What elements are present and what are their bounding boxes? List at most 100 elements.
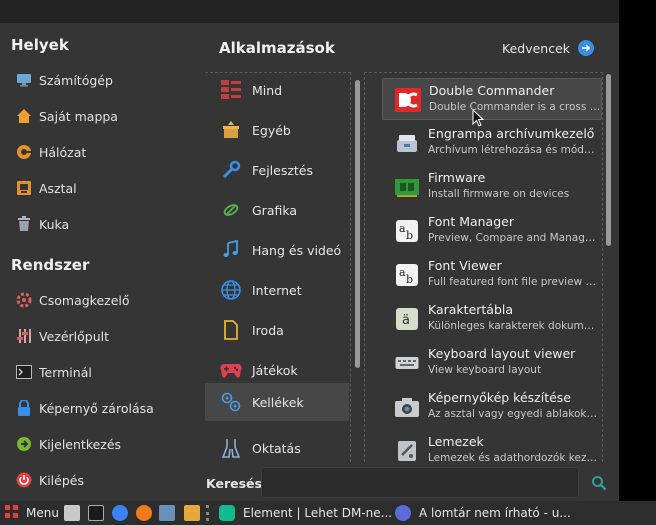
- search-icon[interactable]: [591, 475, 607, 495]
- applications-title: Alkalmazások: [219, 39, 335, 57]
- category-internet[interactable]: Internet: [205, 271, 349, 309]
- category-development-label: Fejlesztés: [252, 162, 314, 178]
- taskbar-launcher-folder[interactable]: [184, 504, 200, 522]
- app-description: Install firmware on devices: [428, 188, 570, 200]
- category-education-label: Oktatás: [252, 440, 301, 456]
- taskbar-launcher-terminal[interactable]: [88, 504, 104, 522]
- category-audio-video[interactable]: Hang és videó: [205, 231, 349, 269]
- app-name: Keyboard layout viewer: [428, 346, 576, 361]
- category-audio-video-label: Hang és videó: [252, 242, 342, 258]
- app-description: View keyboard layout: [428, 364, 542, 376]
- taskbar-launcher-messenger[interactable]: [112, 504, 128, 522]
- category-list: Mind Egyéb Fejlesztés Grafika Hang és vi…: [205, 72, 351, 462]
- app-item-character-map[interactable]: ä Karaktertábla Különleges karakterek do…: [382, 298, 602, 340]
- desktop-icon: [16, 180, 32, 196]
- taskbar-launcher-firefox[interactable]: [136, 504, 152, 522]
- category-all[interactable]: Mind: [205, 73, 349, 109]
- category-accessories[interactable]: Kellékek: [205, 383, 349, 421]
- taskbar-window-element[interactable]: Element | Lehet DM-ne...: [219, 504, 392, 522]
- trash-icon: [16, 216, 32, 232]
- system-lock-screen[interactable]: Képernyő zárolása: [16, 396, 154, 420]
- favorites-button[interactable]: Kedvencek: [502, 38, 595, 58]
- app-name: Karaktertábla: [428, 302, 514, 317]
- mouse-cursor-icon: [472, 108, 485, 131]
- window-title: A lomtár nem írható - u...: [419, 506, 571, 520]
- education-icon: [220, 437, 242, 459]
- archive-manager-icon: [394, 130, 420, 156]
- app-item-disks[interactable]: Lemezek Lemezek és adathordozók kezelése: [382, 430, 602, 462]
- app-item-firmware[interactable]: Firmware Install firmware on devices: [382, 166, 602, 208]
- system-logout[interactable]: Kijelentkezés: [16, 432, 121, 456]
- place-trash[interactable]: Kuka: [16, 212, 69, 236]
- font-viewer-icon: ab: [394, 262, 420, 288]
- category-development[interactable]: Fejlesztés: [205, 151, 349, 189]
- place-computer-label: Számítógép: [39, 72, 113, 88]
- app-description: Preview, Compare and Manage Fon...: [428, 232, 600, 244]
- app-item-font-viewer[interactable]: ab Font Viewer Full featured font file p…: [382, 254, 602, 296]
- category-scrollbar[interactable]: [355, 80, 360, 368]
- svg-text:ä: ä: [402, 313, 410, 328]
- application-scrollbar[interactable]: [606, 74, 611, 246]
- app-name: Font Manager: [428, 214, 514, 229]
- places-title: Helyek: [11, 36, 69, 54]
- power-icon: [16, 472, 32, 488]
- gamepad-icon: [220, 359, 242, 381]
- category-graphics[interactable]: Grafika: [205, 191, 349, 229]
- category-accessories-label: Kellékek: [252, 394, 304, 410]
- category-internet-label: Internet: [252, 282, 302, 298]
- app-item-keyboard-layout-viewer[interactable]: Keyboard layout viewer View keyboard lay…: [382, 342, 602, 384]
- terminal-icon: [16, 364, 32, 380]
- taskbar-launcher-files[interactable]: [64, 504, 80, 522]
- dialog-icon: [395, 505, 411, 521]
- document-icon: [220, 319, 242, 341]
- network-icon: [16, 144, 32, 160]
- place-computer[interactable]: Számítógép: [16, 68, 113, 92]
- app-name: Double Commander: [429, 83, 555, 98]
- system-control-panel[interactable]: Vezérlőpult: [16, 324, 109, 348]
- character-map-icon: ä: [394, 306, 420, 332]
- category-education[interactable]: Oktatás: [205, 429, 349, 462]
- category-other-label: Egyéb: [252, 122, 291, 138]
- taskbar: Menu Element | Lehet DM-ne... A lomtár n…: [0, 501, 656, 525]
- app-item-font-manager[interactable]: ab Font Manager Preview, Compare and Man…: [382, 210, 602, 252]
- system-terminal[interactable]: Terminál: [16, 360, 92, 384]
- folder-icon: [184, 505, 200, 521]
- menu-button-label: Menu: [26, 506, 59, 520]
- menu-button[interactable]: Menu: [4, 504, 59, 522]
- system-title: Rendszer: [11, 256, 90, 274]
- taskbar-separator: [206, 504, 209, 522]
- category-office[interactable]: Iroda: [205, 311, 349, 349]
- svg-text:a: a: [399, 266, 406, 279]
- favorites-label: Kedvencek: [502, 40, 571, 56]
- svg-text:a: a: [399, 222, 406, 235]
- system-package-manager[interactable]: Csomagkezelő: [16, 288, 130, 312]
- app-item-screenshot[interactable]: Képernyőkép készítése Az asztal vagy egy…: [382, 386, 602, 428]
- category-other[interactable]: Egyéb: [205, 111, 349, 149]
- system-terminal-label: Terminál: [39, 364, 92, 380]
- place-home[interactable]: Saját mappa: [16, 104, 118, 128]
- logout-icon: [16, 436, 32, 452]
- search-input[interactable]: [261, 467, 579, 498]
- all-apps-icon: [220, 79, 242, 101]
- app-item-double-commander[interactable]: Double Commander Double Commander is a c…: [382, 78, 602, 120]
- computer-icon: [16, 72, 32, 88]
- place-desktop[interactable]: Asztal: [16, 176, 77, 200]
- messenger-icon: [112, 505, 128, 521]
- category-office-label: Iroda: [252, 322, 284, 338]
- package-manager-icon: [16, 292, 32, 308]
- firmware-chip-icon: [394, 174, 420, 200]
- system-quit[interactable]: Kilépés: [16, 468, 84, 492]
- place-network[interactable]: Hálózat: [16, 140, 86, 164]
- app-description: Az asztal vagy egyedi ablakok képe...: [428, 408, 600, 420]
- control-panel-icon: [16, 328, 32, 344]
- box-icon: [220, 119, 242, 141]
- app-description: Archívum létrehozása és módosítása: [428, 144, 600, 156]
- lock-icon: [16, 400, 32, 416]
- taskbar-launcher-monitor[interactable]: [159, 504, 175, 522]
- app-name: Font Viewer: [428, 258, 502, 273]
- app-item-engrampa[interactable]: Engrampa archívumkezelő Archívum létreho…: [382, 122, 602, 164]
- camera-icon: [394, 394, 420, 420]
- svg-text:b: b: [406, 229, 413, 242]
- taskbar-window-trash-error[interactable]: A lomtár nem írható - u...: [395, 504, 571, 522]
- category-games-label: Játékok: [252, 362, 298, 378]
